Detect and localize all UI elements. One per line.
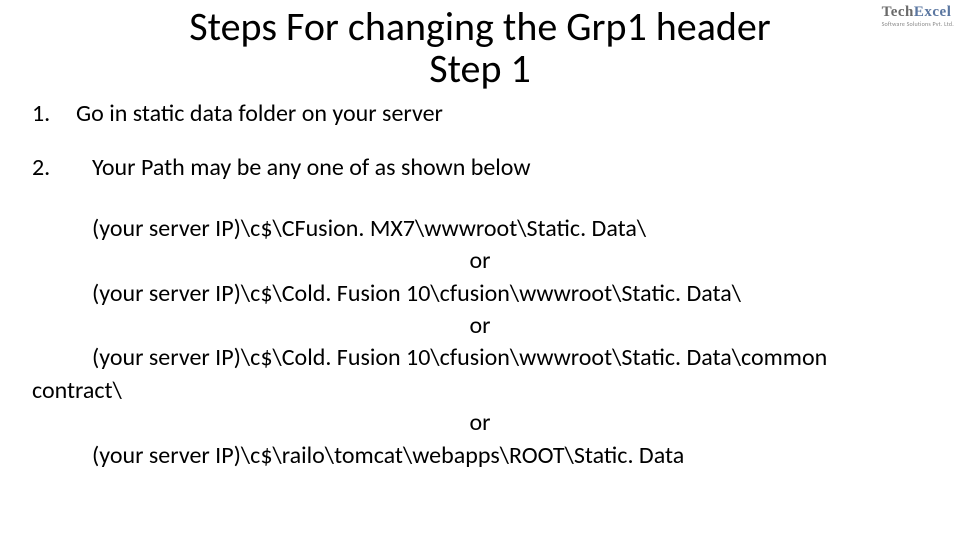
or-1: or <box>32 245 928 277</box>
or-2: or <box>32 310 928 342</box>
path-2: (your server IP)\c$\Cold. Fusion 10\cfus… <box>32 278 928 310</box>
step-2-text: Your Path may be any one of as shown bel… <box>92 152 531 184</box>
title-line-2: Step 1 <box>0 48 960 90</box>
step-1: 1. Go in static data folder on your serv… <box>32 98 928 130</box>
or-3: or <box>32 407 928 439</box>
step-2: 2. Your Path may be any one of as shown … <box>32 152 928 184</box>
step-1-text: Go in static data folder on your server <box>76 98 443 130</box>
slide: TechExcel Software Solutions Pvt. Ltd. S… <box>0 0 960 540</box>
title-line-1: Steps For changing the Grp1 header <box>0 6 960 48</box>
path-3-line-b: contract\ <box>32 375 928 407</box>
step-2-number: 2. <box>32 152 92 184</box>
path-4: (your server IP)\c$\railo\tomcat\webapps… <box>32 440 928 472</box>
slide-body: 1. Go in static data folder on your serv… <box>32 98 928 472</box>
step-1-number: 1. <box>32 98 76 130</box>
paths-block: (your server IP)\c$\CFusion. MX7\wwwroot… <box>32 213 928 472</box>
path-1: (your server IP)\c$\CFusion. MX7\wwwroot… <box>32 213 928 245</box>
slide-title: Steps For changing the Grp1 header Step … <box>0 6 960 90</box>
path-3-line-a: (your server IP)\c$\Cold. Fusion 10\cfus… <box>32 342 928 374</box>
